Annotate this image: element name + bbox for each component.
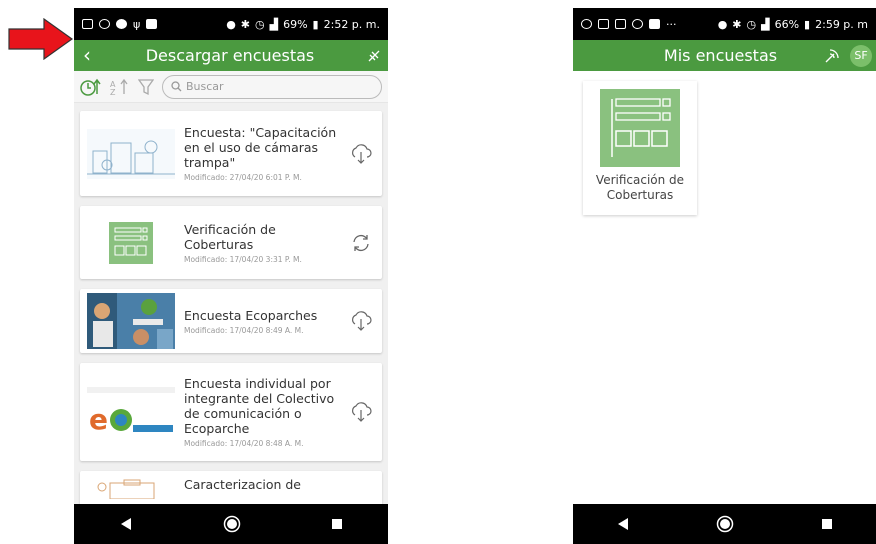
bluetooth-icon: ✱ [240, 17, 251, 31]
survey-title: Encuesta Ecoparches [184, 307, 318, 323]
back-button[interactable]: ‹ [74, 40, 100, 71]
download-icon[interactable] [346, 143, 376, 165]
usb-icon: ψ [133, 17, 141, 31]
shield-icon [632, 19, 643, 29]
survey-card[interactable]: Encuesta Ecoparches Modificado: 17/04/20… [80, 289, 382, 353]
shield-icon [99, 19, 110, 29]
survey-modified-date: Modificado: 27/04/20 6:01 P. M. [184, 173, 302, 182]
android-nav-bar [74, 504, 388, 544]
svg-text:Z: Z [110, 88, 116, 96]
location-pin-icon: ● [717, 17, 728, 31]
survey-title: Verificación de Coberturas [184, 221, 276, 252]
survey-card[interactable]: Encuesta: "Capacitación en el uso de cám… [80, 111, 382, 196]
survey-tile[interactable]: Verificación de Coberturas [583, 81, 697, 215]
back-nav-icon[interactable] [119, 517, 133, 531]
survey-title: Encuesta: "Capacitación en el uso de cám… [184, 125, 337, 170]
bluetooth-icon: ✱ [732, 17, 742, 31]
battery-percent: 69% [283, 17, 308, 31]
sort-alpha-icon[interactable]: AZ [110, 78, 130, 96]
survey-card[interactable]: Verificación de Coberturas Modificado: 1… [80, 206, 382, 279]
android-nav-bar [573, 504, 876, 544]
whatsapp-icon [581, 19, 592, 29]
clock: 2:52 p. m. [323, 17, 380, 31]
eco-logo-thumbnail: e [86, 383, 176, 441]
filter-icon[interactable] [138, 78, 154, 96]
download-icon[interactable] [346, 401, 376, 423]
status-bar: ψ ● ✱ ◷ ▟ 69% ▮ 2:52 p. m. [74, 8, 388, 40]
home-nav-icon[interactable] [716, 515, 734, 533]
alarm-icon: ◷ [255, 17, 265, 31]
annotation-arrow [8, 18, 74, 60]
sync-icon[interactable] [346, 232, 376, 254]
recents-nav-icon[interactable] [331, 518, 343, 530]
survey-list: Encuesta: "Capacitación en el uso de cám… [74, 103, 388, 509]
sort-by-date-icon[interactable] [80, 78, 102, 96]
screenshot-composite: ψ ● ✱ ◷ ▟ 69% ▮ 2:52 p. m. ‹ Descargar e… [0, 0, 876, 544]
app-bar: ‹ Descargar encuestas [74, 40, 388, 71]
gallery-icon [649, 19, 660, 29]
app-bar: Mis encuestas SF [573, 40, 876, 71]
survey-title: Encuesta individual por integrante del C… [184, 376, 335, 436]
clipboard-thumbnail [86, 477, 176, 501]
clock: 2:59 p. m [815, 17, 868, 31]
survey-modified-date: Modificado: 17/04/20 3:31 P. M. [184, 254, 302, 264]
survey-tile-label: Verificación de Coberturas [595, 173, 685, 202]
battery-percent: 66% [774, 17, 800, 31]
signal-icon: ▟ [269, 17, 279, 31]
survey-form-thumbnail [86, 214, 176, 272]
back-nav-icon[interactable] [616, 517, 630, 531]
photo-icon [615, 19, 626, 29]
survey-card[interactable]: e Encuesta individual por integrante del… [80, 363, 382, 461]
battery-icon: ▮ [804, 17, 811, 31]
search-placeholder: Buscar [186, 80, 224, 93]
location-icon [116, 19, 127, 29]
survey-modified-date: Modificado: 17/04/20 8:48 A. M. [184, 439, 304, 448]
survey-title: Caracterizacion de [184, 477, 301, 492]
list-toolbar: AZ Buscar [74, 71, 388, 103]
survey-grid: Verificación de Coberturas [573, 71, 876, 225]
satellite-icon[interactable] [360, 49, 388, 63]
photo-icon [82, 19, 93, 29]
camera-trap-thumbnail [86, 125, 176, 183]
home-nav-icon[interactable] [223, 515, 241, 533]
status-bar: ··· ● ✱ ◷ ▟ 66% ▮ 2:59 p. m [573, 8, 876, 40]
svg-text:e: e [89, 403, 108, 436]
satellite-icon[interactable] [818, 48, 846, 64]
survey-modified-date: Modificado: 17/04/20 8:49 A. M. [184, 325, 304, 335]
more-notifications-icon: ··· [666, 17, 677, 31]
signal-icon: ▟ [761, 17, 770, 31]
gallery-icon [146, 19, 158, 29]
ecoparches-photo-thumbnail [86, 292, 176, 350]
recents-nav-icon[interactable] [821, 518, 833, 530]
phone-my-surveys: ··· ● ✱ ◷ ▟ 66% ▮ 2:59 p. m Mis encuesta… [573, 8, 876, 544]
mail-icon [598, 19, 609, 29]
page-title: Mis encuestas [663, 46, 778, 65]
page-title: Descargar encuestas [145, 46, 315, 65]
search-icon [171, 81, 182, 92]
search-input[interactable]: Buscar [162, 74, 382, 99]
survey-form-thumbnail [600, 89, 680, 167]
battery-icon: ▮ [312, 17, 319, 31]
location-pin-icon: ● [226, 17, 236, 31]
phone-download-surveys: ψ ● ✱ ◷ ▟ 69% ▮ 2:52 p. m. ‹ Descargar e… [74, 8, 388, 544]
alarm-icon: ◷ [746, 17, 757, 31]
download-icon[interactable] [346, 310, 376, 332]
avatar[interactable]: SF [850, 44, 872, 67]
